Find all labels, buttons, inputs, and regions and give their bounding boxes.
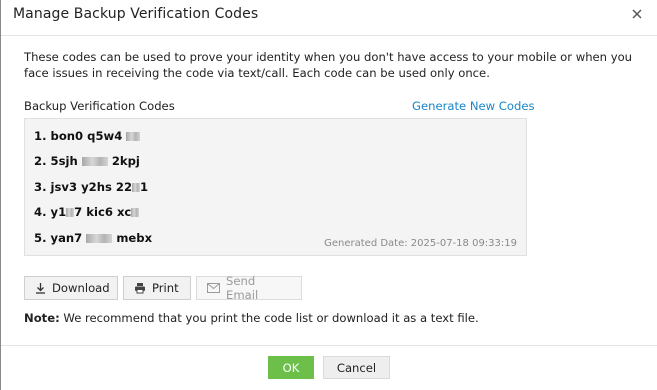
redacted-mark [132, 183, 141, 192]
codes-list-box: 1. bon0 q5w4 2. 5sjh 2kpj 3. jsv3 y2hs 2… [24, 118, 527, 256]
backup-codes-dialog: Manage Backup Verification Codes These c… [0, 0, 657, 390]
code-part: q5w4 [87, 129, 123, 143]
code-part: 1 [140, 180, 149, 194]
printer-icon [134, 282, 146, 294]
code-item: 1. bon0 q5w4 [34, 129, 141, 143]
code-number: 5. [34, 231, 47, 245]
code-part: mebx [116, 231, 153, 245]
redacted-mark [81, 157, 108, 166]
download-label: Download [52, 281, 110, 295]
code-part: kic6 [86, 205, 113, 219]
print-button[interactable]: Print [123, 276, 191, 300]
envelope-icon [207, 283, 220, 293]
print-label: Print [152, 281, 179, 295]
code-item: 4. y1 7 kic6 xc [34, 205, 140, 219]
code-item: 3. jsv3 y2hs 22 1 [34, 180, 148, 194]
download-button[interactable]: Download [24, 276, 118, 300]
ok-button[interactable]: OK [268, 356, 314, 379]
generated-date: Generated Date: 2025-07-18 09:33:19 [324, 238, 517, 249]
note-text: Note: We recommend that you print the co… [24, 311, 479, 325]
redacted-mark [66, 208, 75, 217]
cancel-button[interactable]: Cancel [323, 356, 390, 379]
code-part: 22 [115, 180, 133, 194]
code-item: 5. yan7 mebx [34, 231, 152, 245]
dialog-footer: OK Cancel [1, 345, 657, 390]
generate-new-codes-link[interactable]: Generate New Codes [412, 99, 535, 113]
dialog-description: These codes can be used to prove your id… [24, 50, 633, 80]
code-part: 2kpj [111, 154, 140, 168]
dialog-title-bar: Manage Backup Verification Codes [1, 0, 657, 36]
download-icon [35, 282, 46, 294]
dialog-title: Manage Backup Verification Codes [13, 6, 259, 22]
code-part: y1 [50, 205, 67, 219]
note-body: We recommend that you print the code lis… [59, 311, 479, 325]
codes-section-label: Backup Verification Codes [24, 99, 175, 113]
note-prefix: Note: [24, 311, 60, 325]
code-item: 2. 5sjh 2kpj [34, 154, 140, 168]
code-part: jsv3 [50, 180, 78, 194]
code-part: bon0 [50, 129, 84, 143]
code-part: 5sjh [50, 154, 78, 168]
code-number: 3. [34, 180, 47, 194]
send-email-label: Send Email [226, 274, 259, 302]
code-part: yan7 [50, 231, 83, 245]
code-number: 1. [34, 129, 47, 143]
redacted-mark [131, 208, 140, 217]
code-number: 2. [34, 154, 47, 168]
close-icon[interactable] [627, 5, 647, 25]
code-part: 7 [74, 205, 83, 219]
code-part: y2hs [81, 180, 112, 194]
redacted-mark [86, 234, 113, 243]
code-number: 4. [34, 205, 47, 219]
send-email-button[interactable]: Send Email [196, 274, 302, 302]
code-part: xc [116, 205, 132, 219]
redacted-mark [126, 132, 141, 141]
